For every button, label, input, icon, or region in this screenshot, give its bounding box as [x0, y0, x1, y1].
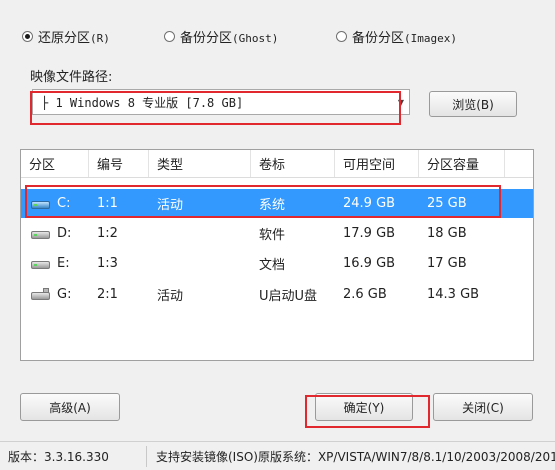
cell-capacity: 17 GB	[427, 256, 467, 271]
cell-capacity: 18 GB	[427, 226, 467, 241]
supported-systems-label: 支持安装镜像(ISO)原版系统：XP/VISTA/WIN7/8/8.1/10/2…	[156, 449, 555, 464]
highlight-box	[305, 395, 430, 428]
radio-restore-partition[interactable]: 还原分区(R)	[22, 26, 110, 46]
cell-free: 17.9 GB	[343, 226, 396, 241]
browse-button[interactable]: 浏览(B)	[429, 91, 517, 117]
table-row[interactable]: G: 2:1 活动 U启动U盘 2.6 GB 14.3 GB	[21, 280, 533, 309]
cell-drive: G:	[57, 287, 72, 302]
table-header: 分区 编号 类型 卷标 可用空间 分区容量	[21, 150, 533, 178]
column-header[interactable]: 分区容量	[419, 150, 505, 177]
cell-type: 活动	[157, 289, 184, 304]
drive-icon	[31, 227, 51, 240]
advanced-button[interactable]: 高级(A)	[20, 393, 120, 421]
radio-backup-imagex[interactable]: 备份分区(Imagex)	[336, 26, 457, 46]
cell-number: 1:3	[97, 256, 118, 271]
radio-dot	[164, 30, 175, 42]
table-row[interactable]: E: 1:3 文档 16.9 GB 17 GB	[21, 249, 533, 278]
column-header[interactable]: 编号	[89, 150, 149, 177]
radio-dot	[336, 30, 347, 42]
version-label: 版本：3.3.16.330	[8, 449, 109, 464]
cell-drive: E:	[57, 256, 70, 271]
status-divider	[146, 446, 147, 467]
cell-drive: D:	[57, 226, 72, 241]
radio-label: 备份分区(Ghost)	[180, 30, 279, 46]
close-button[interactable]: 关闭(C)	[433, 393, 533, 421]
cell-type	[149, 249, 251, 278]
cell-number: 2:1	[97, 287, 118, 302]
cell-free: 2.6 GB	[343, 287, 387, 302]
usb-drive-icon	[31, 288, 51, 301]
column-header[interactable]: 分区	[21, 150, 89, 177]
highlight-box	[30, 91, 401, 125]
column-header[interactable]: 类型	[149, 150, 251, 177]
radio-label: 还原分区(R)	[38, 30, 110, 46]
table-row[interactable]: D: 1:2 软件 17.9 GB 18 GB	[21, 219, 533, 248]
cell-volume: U启动U盘	[259, 289, 318, 304]
cell-volume: 软件	[259, 228, 286, 243]
column-header[interactable]: 可用空间	[335, 150, 419, 177]
drive-icon	[31, 257, 51, 270]
radio-label: 备份分区(Imagex)	[352, 30, 457, 46]
status-bar: 版本：3.3.16.330 支持安装镜像(ISO)原版系统：XP/VISTA/W…	[0, 441, 555, 470]
highlight-box	[25, 185, 501, 218]
cell-number: 1:2	[97, 226, 118, 241]
cell-capacity: 14.3 GB	[427, 287, 480, 302]
column-header[interactable]: 卷标	[251, 150, 335, 177]
cell-volume: 文档	[259, 258, 286, 273]
radio-backup-ghost[interactable]: 备份分区(Ghost)	[164, 26, 278, 46]
partition-table[interactable]: 分区 编号 类型 卷标 可用空间 分区容量 C: 1:1 活动 系统 24.9 …	[20, 149, 534, 361]
cell-type	[149, 219, 251, 248]
radio-dot-selected	[22, 30, 33, 42]
cell-free: 16.9 GB	[343, 256, 396, 271]
image-path-label: 映像文件路径:	[30, 70, 113, 85]
